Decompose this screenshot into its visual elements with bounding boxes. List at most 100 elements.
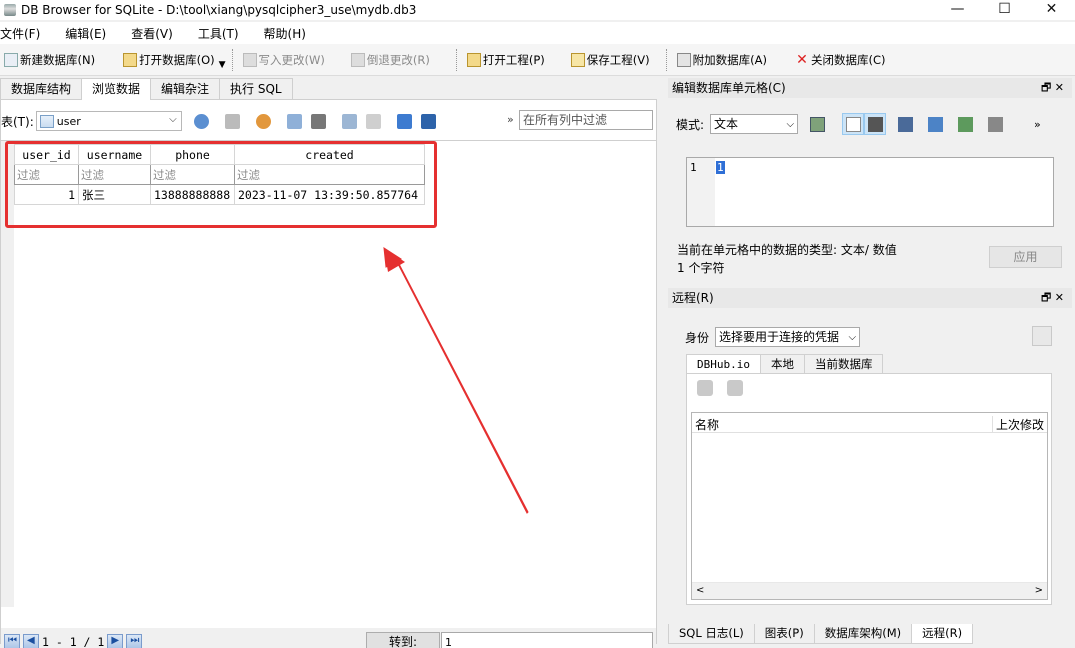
delete-record-icon [366, 113, 382, 129]
table-select[interactable]: user ⌵ [35, 111, 182, 131]
filter-all-columns-input[interactable]: 在所有列中过滤 [519, 110, 653, 130]
identity-label: 身份 [685, 330, 710, 345]
clear-filters-button[interactable] [222, 111, 244, 131]
goto-button[interactable]: 转到: [366, 632, 440, 648]
find-button[interactable] [394, 111, 416, 131]
print-button[interactable] [308, 111, 330, 131]
close-window-button[interactable]: ✕ [1028, 0, 1075, 20]
tab-current-db[interactable]: 当前数据库 [803, 354, 884, 374]
window-title: DB Browser for SQLite - D:\tool\xiang\py… [21, 3, 417, 17]
file-list-header: 名称 上次修改 [692, 413, 1047, 433]
indent-icon [867, 116, 883, 132]
save-project-label: 保存工程(V) [586, 52, 650, 67]
print-icon [311, 113, 327, 129]
scroll-left-icon[interactable]: < [696, 585, 704, 596]
side-panel: 编辑数据库单元格(C) 🗗 ✕ 模式: 文本 ⌵ » 1 1 当前在单元格中的数… [668, 78, 1075, 648]
refresh-button[interactable] [191, 111, 213, 131]
prev-page-button[interactable]: ◀ [23, 634, 39, 648]
connect-icon[interactable] [1032, 326, 1052, 346]
remote-title: 远程(R) [672, 291, 714, 305]
tab-local[interactable]: 本地 [759, 354, 805, 374]
insert-record-button[interactable] [339, 111, 361, 131]
save-project-button[interactable]: 保存工程(V) [567, 48, 654, 72]
auto-switch-mode-button[interactable] [806, 113, 828, 135]
tab-browse-data[interactable]: 浏览数据 [81, 78, 152, 100]
revert-changes-label: 倒退更改(R) [366, 52, 430, 67]
write-changes-label: 写入更改(W) [258, 52, 325, 67]
attach-database-button[interactable]: 附加数据库(A) [673, 48, 771, 72]
tab-execute-sql[interactable]: 执行 SQL [219, 78, 293, 99]
delete-record-button[interactable] [363, 111, 385, 131]
identity-row: 身份 选择要用于连接的凭据 ⌵ [685, 326, 861, 348]
open-database-label: 打开数据库(O) [139, 52, 215, 67]
open-database-dropdown-icon[interactable]: ▼ [219, 60, 226, 70]
tab-dbhub[interactable]: DBHub.io [686, 354, 761, 374]
scroll-right-icon[interactable]: > [1035, 585, 1043, 596]
clone-icon[interactable] [727, 380, 743, 396]
tab-db-schema[interactable]: 数据库架构(M) [813, 624, 913, 644]
edit-cell-dock-title: 编辑数据库单元格(C) 🗗 ✕ [668, 78, 1072, 98]
clear-filter-icon [225, 113, 241, 129]
format-button[interactable] [864, 113, 887, 135]
first-page-button[interactable]: ⏮ [4, 634, 20, 648]
cell-editor-content[interactable]: 1 [716, 161, 725, 174]
dock-controls[interactable]: 🗗 ✕ [1041, 78, 1064, 98]
last-page-button[interactable]: ⏭ [126, 634, 143, 648]
dock-controls[interactable]: 🗗 ✕ [1041, 288, 1064, 308]
tab-plot[interactable]: 图表(P) [753, 624, 815, 644]
prev-page-icon: ◀ [27, 635, 35, 646]
refresh-icon[interactable] [697, 380, 713, 396]
evaluate-icon [987, 116, 1003, 132]
bottom-dock-tabs: SQL 日志(L) 图表(P) 数据库架构(M) 远程(R) [668, 624, 974, 644]
goto-input[interactable]: 1 [441, 632, 653, 648]
chevron-down-icon: ⌵ [848, 332, 857, 343]
close-database-button[interactable]: ✕ 关闭数据库(C) [791, 48, 890, 72]
tab-sql-log[interactable]: SQL 日志(L) [668, 624, 755, 644]
menu-help[interactable]: 帮助(H) [264, 25, 315, 42]
more-chevron[interactable]: » [1034, 118, 1041, 131]
revert-changes-button[interactable]: 倒退更改(R) [347, 48, 434, 72]
menu-view[interactable]: 查看(V) [131, 25, 182, 42]
find-replace-button[interactable] [418, 111, 440, 131]
mode-label: 模式: [676, 117, 705, 132]
next-page-button[interactable]: ▶ [107, 634, 124, 648]
attach-database-label: 附加数据库(A) [692, 52, 767, 67]
tab-edit-pragmas[interactable]: 编辑杂注 [150, 78, 221, 99]
set-null-button[interactable] [954, 113, 976, 135]
cell-editor[interactable]: 1 1 [686, 157, 1054, 227]
new-database-button[interactable]: 新建数据库(N) [0, 48, 99, 72]
mode-select[interactable]: 文本 ⌵ [710, 114, 799, 134]
copy-table-button[interactable] [284, 111, 306, 131]
identity-select[interactable]: 选择要用于连接的凭据 ⌵ [715, 327, 861, 347]
apply-button[interactable]: 应用 [989, 246, 1062, 268]
tab-remote[interactable]: 远程(R) [911, 624, 974, 644]
more-chevron[interactable]: » [507, 113, 514, 126]
evaluate-button[interactable] [984, 113, 1006, 135]
maximize-button[interactable]: ☐ [981, 0, 1028, 20]
menu-edit[interactable]: 编辑(E) [65, 25, 115, 42]
toolbar-separator [231, 48, 233, 71]
open-project-button[interactable]: 打开工程(P) [463, 48, 549, 72]
export-file-button[interactable] [924, 113, 946, 135]
mode-select-value: 文本 [714, 117, 739, 131]
column-header-name[interactable]: 名称 [695, 416, 719, 433]
page-info: 1 - 1 / 1 [42, 635, 105, 648]
revert-changes-icon [350, 52, 365, 67]
menu-tools[interactable]: 工具(T) [198, 25, 248, 42]
menu-file[interactable]: 文件(F) [0, 25, 49, 42]
word-wrap-button[interactable] [842, 113, 865, 135]
last-page-icon: ⏭ [130, 635, 140, 646]
save-filter-button[interactable] [253, 111, 275, 131]
horizontal-scrollbar[interactable]: < > [692, 582, 1047, 599]
refresh-icon [194, 113, 210, 129]
tab-database-structure[interactable]: 数据库结构 [0, 78, 83, 99]
open-database-button[interactable]: 打开数据库(O) [119, 48, 219, 72]
import-icon [897, 116, 913, 132]
write-changes-button[interactable]: 写入更改(W) [239, 48, 329, 72]
minimize-button[interactable]: — [934, 0, 981, 20]
remote-tools [697, 380, 757, 396]
insert-record-icon [342, 113, 358, 129]
column-header-last-modified[interactable]: 上次修改 [992, 416, 1044, 433]
new-database-icon [4, 52, 18, 67]
import-file-button[interactable] [894, 113, 916, 135]
